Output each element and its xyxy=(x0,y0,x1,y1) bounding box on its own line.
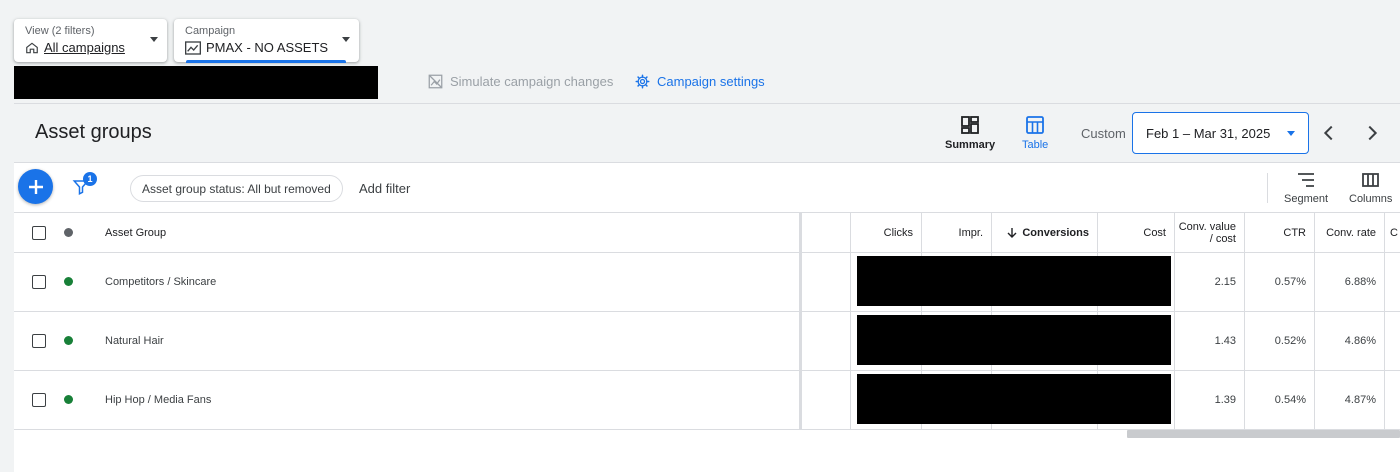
table-icon xyxy=(1026,116,1045,134)
summary-label: Summary xyxy=(945,139,996,151)
chevron-down-icon xyxy=(1287,131,1295,136)
row-checkbox[interactable] xyxy=(32,275,46,289)
ctr-cell: 0.57% xyxy=(1244,253,1314,311)
plus-icon xyxy=(28,179,43,194)
redacted-area xyxy=(14,66,378,99)
conv-rate-cell: 4.87% xyxy=(1314,371,1384,429)
status-filter-chip[interactable]: Asset group status: All but removed xyxy=(130,175,343,202)
page-title: Asset groups xyxy=(35,121,152,143)
date-range-type-label: Custom xyxy=(1081,126,1126,141)
horizontal-scrollbar[interactable] xyxy=(1127,430,1400,438)
segment-label: Segment xyxy=(1284,193,1329,205)
divider xyxy=(1267,173,1268,203)
next-column-header[interactable]: C xyxy=(1384,213,1400,253)
simulate-icon xyxy=(428,74,443,89)
table-row[interactable]: Natural Hair 1.43 0.52% 4.86% xyxy=(14,312,1400,371)
columns-button[interactable]: Columns xyxy=(1349,172,1392,205)
conversions-header-label: Conversions xyxy=(1022,227,1089,239)
chevron-left-icon[interactable] xyxy=(1318,122,1340,144)
divider xyxy=(14,103,1400,104)
conv-rate-cell: 6.88% xyxy=(1314,253,1384,311)
table-label: Table xyxy=(1022,139,1049,151)
simulate-campaign-changes-button[interactable]: Simulate campaign changes xyxy=(428,74,613,89)
status-dot xyxy=(64,336,73,345)
conv-value-cost-cell: 1.39 xyxy=(1174,371,1244,429)
columns-label: Columns xyxy=(1349,193,1393,205)
ctr-cell: 0.52% xyxy=(1244,312,1314,370)
view-selector-value: All campaigns xyxy=(44,40,125,55)
impressions-header[interactable]: Impr. xyxy=(921,213,991,253)
cost-header[interactable]: Cost xyxy=(1097,213,1174,253)
table-row[interactable]: Competitors / Skincare 2.15 0.57% 6.88% xyxy=(14,253,1400,312)
table-view-button[interactable]: Table xyxy=(1022,116,1048,151)
campaign-selector-value: PMAX - NO ASSETS xyxy=(206,40,329,55)
conversions-header[interactable]: Conversions xyxy=(991,213,1097,253)
columns-icon xyxy=(1362,173,1380,187)
divider xyxy=(14,162,1400,163)
chevron-down-icon xyxy=(342,37,350,42)
segment-icon xyxy=(1298,173,1315,187)
summary-view-button[interactable]: Summary xyxy=(945,116,995,151)
row-checkbox[interactable] xyxy=(32,393,46,407)
table-row[interactable]: Hip Hop / Media Fans 1.39 0.54% 4.87% xyxy=(14,371,1400,430)
redacted-cells xyxy=(857,374,1171,424)
view-selector-label: View (2 filters) xyxy=(25,25,95,37)
arrow-down-icon xyxy=(1007,228,1017,238)
redacted-cells xyxy=(857,315,1171,365)
asset-group-name[interactable]: Hip Hop / Media Fans xyxy=(105,394,211,406)
gear-icon xyxy=(635,74,650,89)
redacted-cells xyxy=(857,256,1171,306)
date-range-picker[interactable]: Feb 1 – Mar 31, 2025 xyxy=(1132,112,1309,154)
home-icon xyxy=(26,42,38,53)
ctr-cell: 0.54% xyxy=(1244,371,1314,429)
segment-button[interactable]: Segment xyxy=(1284,172,1328,205)
asset-group-header[interactable]: Asset Group xyxy=(105,227,166,239)
add-asset-group-button[interactable] xyxy=(18,169,53,204)
clicks-header[interactable]: Clicks xyxy=(850,213,921,253)
row-checkbox[interactable] xyxy=(32,334,46,348)
status-header-dot xyxy=(64,228,73,237)
chevron-down-icon xyxy=(150,37,158,42)
ctr-header[interactable]: CTR xyxy=(1244,213,1314,253)
dashboard-icon xyxy=(961,116,979,134)
status-dot xyxy=(64,277,73,286)
asset-group-name[interactable]: Competitors / Skincare xyxy=(105,276,216,288)
table-header-row: Asset Group Clicks Impr. Conversions Cos… xyxy=(14,212,1400,253)
filter-count-badge: 1 xyxy=(83,172,97,186)
campaign-selector-label: Campaign xyxy=(185,25,236,37)
campaign-selector[interactable]: Campaign PMAX - NO ASSETS xyxy=(174,19,359,63)
status-dot xyxy=(64,395,73,404)
campaign-settings-button[interactable]: Campaign settings xyxy=(635,74,765,89)
simulate-label: Simulate campaign changes xyxy=(450,74,614,89)
frozen-column-divider[interactable] xyxy=(799,212,802,430)
select-all-checkbox[interactable] xyxy=(32,226,46,240)
date-range-value: Feb 1 – Mar 31, 2025 xyxy=(1146,126,1271,141)
add-filter-button[interactable]: Add filter xyxy=(359,181,410,196)
performance-max-icon xyxy=(185,40,201,55)
conv-rate-header[interactable]: Conv. rate xyxy=(1314,213,1384,253)
conv-value-cost-cell: 1.43 xyxy=(1174,312,1244,370)
campaign-settings-label: Campaign settings xyxy=(657,74,765,89)
conv-value-cost-header[interactable]: Conv. value / cost xyxy=(1174,213,1244,253)
chevron-right-icon[interactable] xyxy=(1361,122,1383,144)
selected-indicator xyxy=(186,60,346,63)
conv-rate-cell: 4.86% xyxy=(1314,312,1384,370)
view-selector[interactable]: View (2 filters) All campaigns xyxy=(14,19,167,62)
conv-value-cost-cell: 2.15 xyxy=(1174,253,1244,311)
asset-group-name[interactable]: Natural Hair xyxy=(105,335,164,347)
